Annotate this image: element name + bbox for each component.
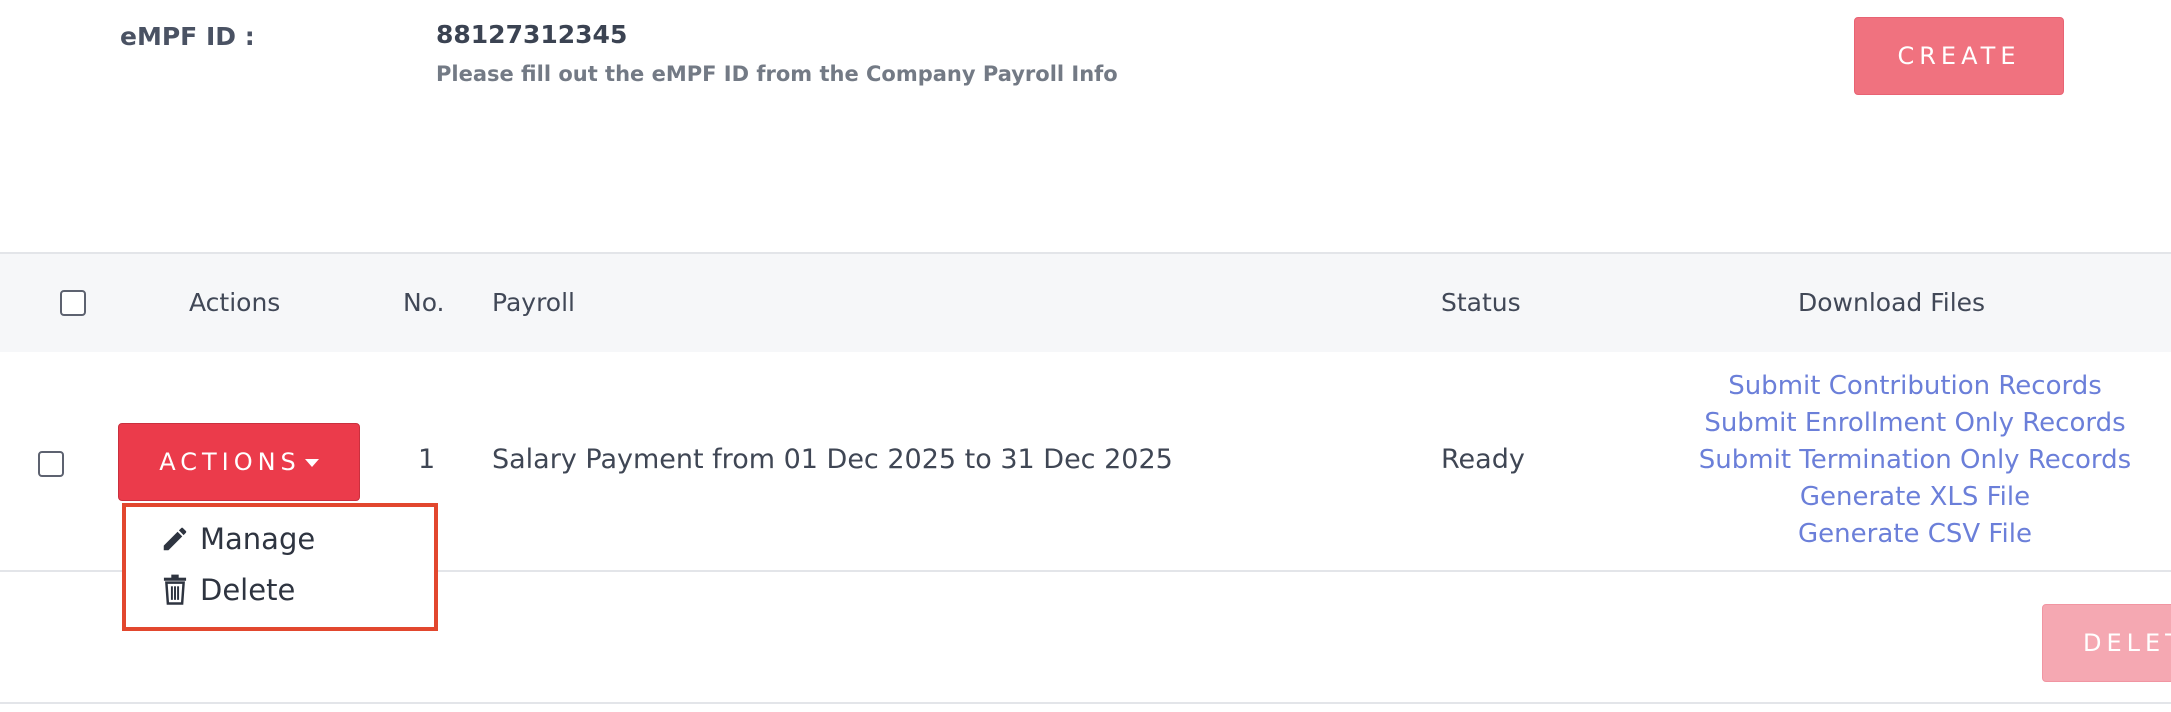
actions-button-label: ACTIONS xyxy=(159,448,301,476)
delete-menu-item[interactable]: Delete xyxy=(160,568,295,612)
bottom-divider xyxy=(0,702,2171,704)
header-payroll: Payroll xyxy=(492,288,575,317)
manage-menu-item[interactable]: Manage xyxy=(160,517,315,561)
row-select-checkbox[interactable] xyxy=(38,451,64,477)
submit-enrollment-only-records-link[interactable]: Submit Enrollment Only Records xyxy=(1704,405,2125,442)
header-no: No. xyxy=(403,288,445,317)
actions-dropdown-menu: Manage Delete xyxy=(122,503,438,631)
download-links: Submit Contribution Records Submit Enrol… xyxy=(1660,368,2170,553)
caret-down-icon xyxy=(304,459,319,467)
submit-contribution-records-link[interactable]: Submit Contribution Records xyxy=(1728,368,2102,405)
row-number: 1 xyxy=(418,444,436,475)
actions-dropdown-button[interactable]: ACTIONS xyxy=(118,423,360,501)
header-download-files: Download Files xyxy=(1798,288,1986,317)
submit-termination-only-records-link[interactable]: Submit Termination Only Records xyxy=(1699,442,2131,479)
empf-id-label: eMPF ID : xyxy=(120,22,255,51)
select-all-checkbox[interactable] xyxy=(60,290,86,316)
header-status: Status xyxy=(1441,288,1521,317)
payroll-name: Salary Payment from 01 Dec 2025 to 31 De… xyxy=(492,444,1173,475)
pencil-icon xyxy=(163,527,187,551)
delete-button[interactable]: DELETE xyxy=(2042,604,2171,682)
trash-icon xyxy=(163,574,187,605)
manage-label: Manage xyxy=(200,522,316,556)
table-header: Actions No. Payroll Status Download File… xyxy=(0,252,2171,352)
delete-label: Delete xyxy=(200,573,296,607)
empf-id-value: 88127312345 xyxy=(436,20,628,49)
empf-id-hint: Please fill out the eMPF ID from the Com… xyxy=(436,62,1118,86)
create-button[interactable]: CREATE xyxy=(1854,17,2064,95)
status-text: Ready xyxy=(1441,444,1525,475)
generate-csv-file-link[interactable]: Generate CSV File xyxy=(1798,516,2032,553)
generate-xls-file-link[interactable]: Generate XLS File xyxy=(1800,479,2030,516)
header-actions: Actions xyxy=(189,288,281,317)
